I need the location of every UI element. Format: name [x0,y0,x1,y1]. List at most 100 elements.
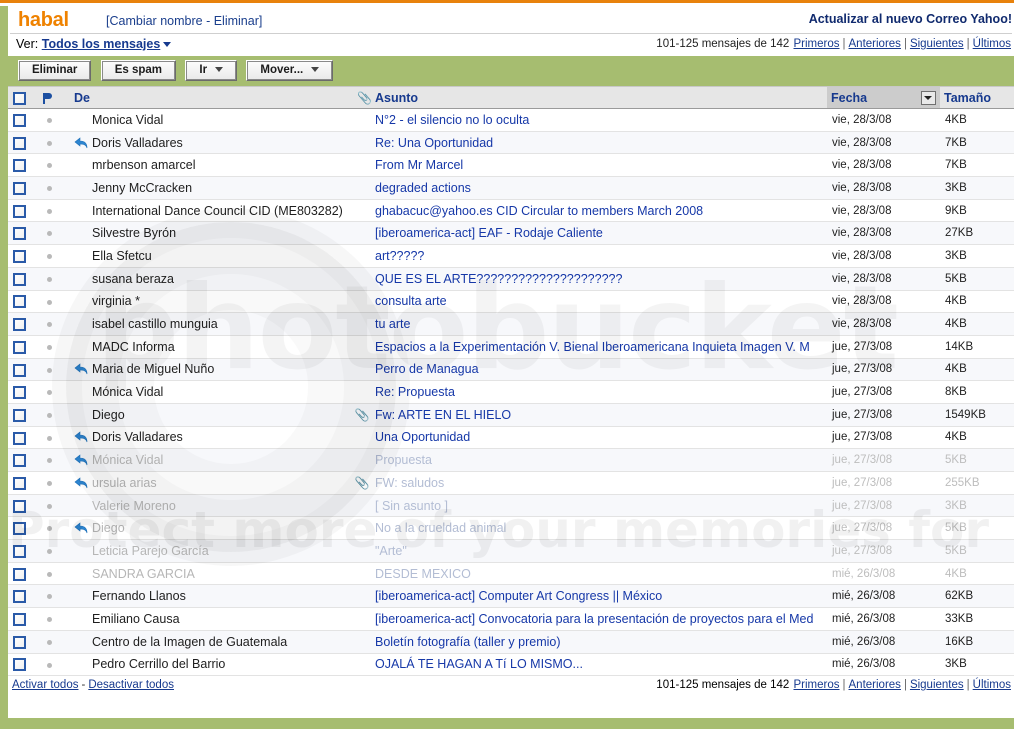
subject-cell[interactable]: Boletín fotografía (taller y premio) [371,630,827,654]
row-flag-cell[interactable] [38,335,60,359]
table-row[interactable]: Ella Sfetcu art????? vie, 28/3/08 3KB [8,244,1014,268]
subject-link[interactable]: FW: saludos [375,476,444,490]
subject-cell[interactable]: Perro de Managua [371,358,827,382]
spam-button[interactable]: Es spam [100,60,177,81]
flag-dot-icon[interactable] [46,503,52,509]
table-row[interactable]: MADC Informa Espacios a la Experimentació… [8,335,1014,359]
row-checkbox[interactable] [13,159,26,173]
row-checkbox-cell[interactable] [8,199,38,223]
subject-link[interactable]: No a la crueldad animal [375,521,506,535]
subject-cell[interactable]: consulta arte [371,290,827,314]
subject-link[interactable]: ghabacuc@yahoo.es CID Circular to member… [375,204,703,218]
row-flag-cell[interactable] [38,267,60,291]
row-flag-cell[interactable] [38,562,60,586]
subject-cell[interactable]: [iberoamerica-act] Computer Art Congress… [371,584,827,609]
subject-link[interactable]: degraded actions [375,181,471,195]
table-row[interactable]: Valerie Moreno [ Sin asunto ] jue, 27/3/08… [8,494,1014,518]
pager-last[interactable]: Últimos [973,38,1011,50]
paperclip-icon[interactable]: 📎 [357,91,372,105]
subject-link[interactable]: "Arte" [375,544,407,558]
row-checkbox-cell[interactable] [8,108,38,132]
delete-folder-link[interactable]: Eliminar [214,14,259,28]
row-flag-cell[interactable] [38,584,60,609]
pager-next[interactable]: Siguientes [910,38,964,50]
row-checkbox-cell[interactable] [8,290,38,314]
subject-cell[interactable]: QUE ES EL ARTE????????????????????? [371,267,827,291]
row-checkbox-cell[interactable] [8,448,38,472]
pager-next-bottom[interactable]: Siguientes [910,679,964,691]
row-flag-cell[interactable] [38,448,60,472]
flag-dot-icon[interactable] [46,367,52,373]
row-checkbox-cell[interactable] [8,426,38,450]
subject-cell[interactable]: degraded actions [371,176,827,200]
flag-dot-icon[interactable] [46,526,52,532]
flag-dot-icon[interactable] [46,208,52,214]
row-checkbox[interactable] [13,613,26,627]
subject-link[interactable]: art????? [375,249,424,263]
row-flag-cell[interactable] [38,176,60,200]
rename-link[interactable]: Cambiar nombre [109,14,202,28]
chevron-down-icon[interactable] [163,42,172,48]
row-checkbox[interactable] [13,590,26,604]
row-checkbox[interactable] [13,182,26,195]
subject-link[interactable]: Re: Propuesta [375,385,455,399]
flag-dot-icon[interactable] [46,481,52,487]
row-flag-cell[interactable] [38,607,60,631]
subject-link[interactable]: Boletín fotografía (taller y premio) [375,635,561,649]
flag-dot-icon[interactable] [46,617,52,623]
row-checkbox-cell[interactable] [8,562,38,586]
row-checkbox[interactable] [13,113,26,127]
subject-link[interactable]: From Mr Marcel [375,158,463,172]
row-flag-cell[interactable] [38,494,60,518]
subject-cell[interactable]: tu arte [371,312,827,336]
row-checkbox[interactable] [13,363,26,377]
flag-dot-icon[interactable] [46,140,52,146]
sort-indicator-icon[interactable] [921,91,936,105]
table-row[interactable]: Monica Vidal N°2 - el silencio no lo ocul… [8,108,1014,132]
subject-link[interactable]: [iberoamerica-act] Computer Art Congress… [375,589,662,603]
row-checkbox[interactable] [13,499,26,513]
row-checkbox-cell[interactable] [8,403,38,427]
row-checkbox[interactable] [13,431,26,445]
row-flag-cell[interactable] [38,358,60,382]
header-from[interactable]: De [60,86,353,109]
table-row[interactable]: Pedro Cerrillo del Barrio OJALÁ TE HAGAN … [8,653,1014,677]
subject-cell[interactable]: [iberoamerica-act] Convocatoria para la … [371,607,827,631]
deselect-all-link[interactable]: Desactivar todos [88,679,174,691]
subject-cell[interactable]: From Mr Marcel [371,153,827,178]
select-all-checkbox[interactable] [13,91,26,105]
row-flag-cell[interactable] [38,153,60,178]
subject-cell[interactable]: "Arte" [371,539,827,563]
row-checkbox-cell[interactable] [8,653,38,677]
subject-link[interactable]: tu arte [375,317,410,331]
subject-cell[interactable]: [ Sin asunto ] [371,494,827,518]
row-checkbox[interactable] [13,476,26,490]
pager-first-bottom[interactable]: Primeros [794,679,840,691]
header-attachment[interactable]: 📎 [353,86,372,109]
flag-dot-icon[interactable] [46,662,52,668]
row-flag-cell[interactable] [38,131,60,155]
flag-dot-icon[interactable] [46,276,52,282]
subject-link[interactable]: Perro de Managua [375,362,479,376]
subject-cell[interactable]: Fw: ARTE EN EL HIELO [371,403,827,427]
subject-cell[interactable]: Re: Propuesta [371,380,827,404]
table-row[interactable]: International Dance Council CID (ME80328… [8,199,1014,223]
flag-dot-icon[interactable] [46,458,52,464]
row-checkbox[interactable] [13,295,26,309]
row-checkbox-cell[interactable] [8,630,38,654]
row-checkbox-cell[interactable] [8,244,38,268]
row-checkbox[interactable] [13,136,26,150]
table-row[interactable]: Silvestre Byrón [iberoamerica-act] EAF - … [8,221,1014,246]
table-row[interactable]: ursula arias 📎 FW: saludos jue, 27/3/08 255K… [8,471,1014,495]
row-flag-cell[interactable] [38,199,60,223]
row-checkbox[interactable] [13,567,26,581]
row-checkbox-cell[interactable] [8,176,38,200]
row-checkbox-cell[interactable] [8,267,38,291]
header-flag[interactable] [38,86,60,109]
table-row[interactable]: virginia * consulta arte vie, 28/3/08 4KB [8,290,1014,314]
row-flag-cell[interactable] [38,290,60,314]
row-checkbox[interactable] [13,204,26,218]
table-row[interactable]: mrbenson amarcel From Mr Marcel vie, 28/3/… [8,153,1014,178]
row-flag-cell[interactable] [38,630,60,654]
row-checkbox[interactable] [13,250,26,264]
